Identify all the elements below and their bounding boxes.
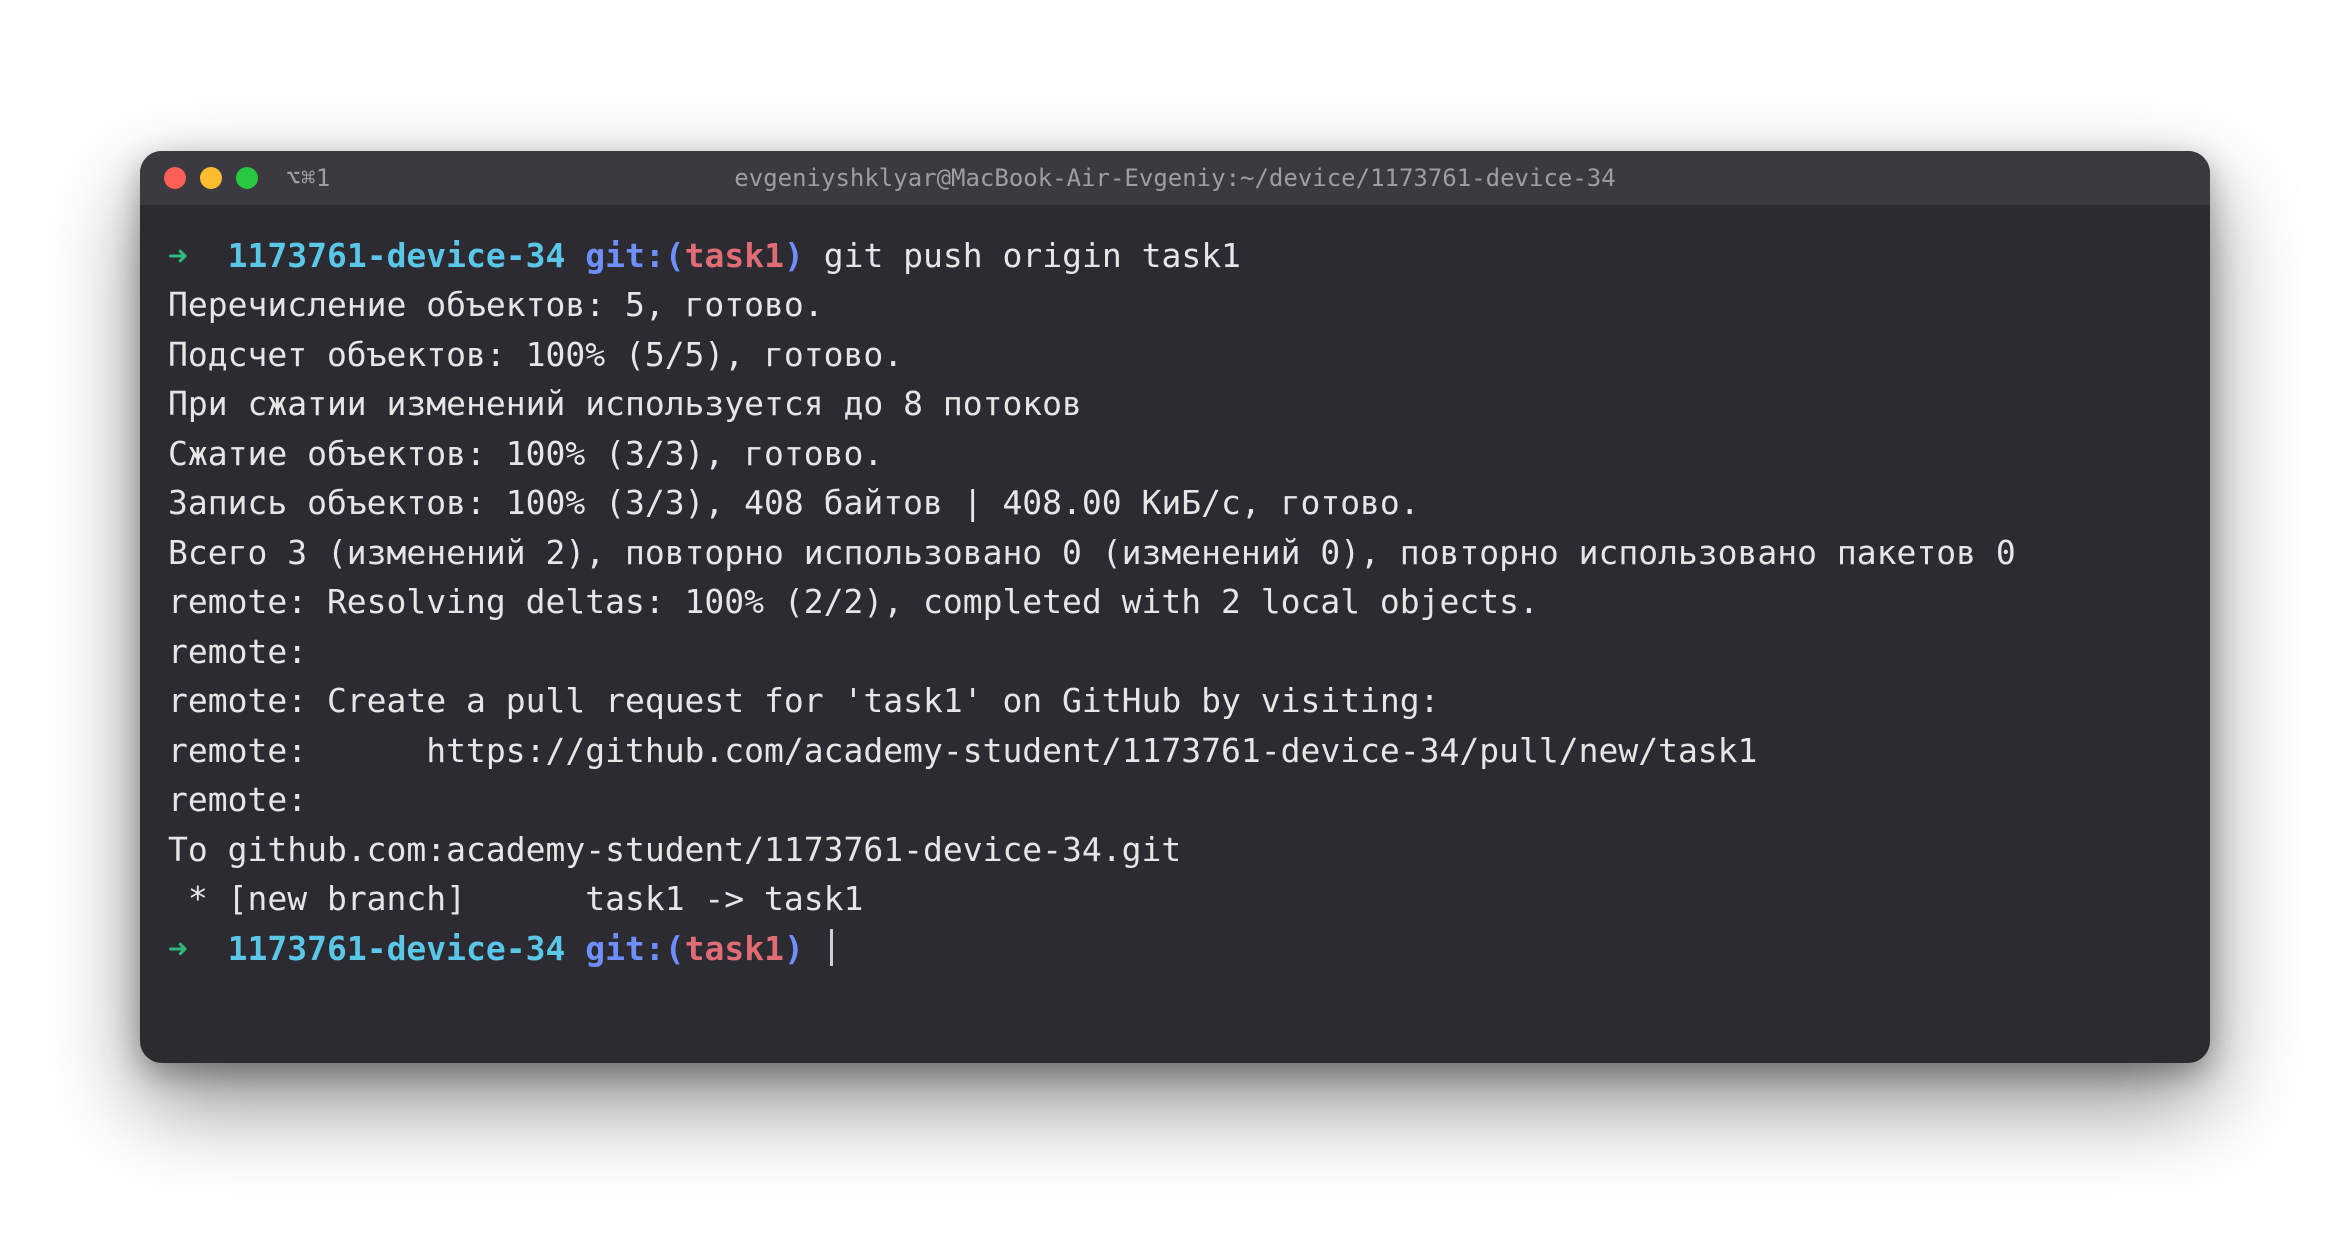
git-suffix: ) xyxy=(784,236,804,275)
output-line: remote: xyxy=(168,780,307,819)
maximize-icon[interactable] xyxy=(236,167,258,189)
prompt-arrow: ➜ xyxy=(168,236,188,275)
output-line: remote: https://github.com/academy-stude… xyxy=(168,731,1757,770)
output-line: При сжатии изменений используется до 8 п… xyxy=(168,384,1082,423)
git-suffix: ) xyxy=(784,929,804,968)
output-line: Подсчет объектов: 100% (5/5), готово. xyxy=(168,335,903,374)
output-line: Перечисление объектов: 5, готово. xyxy=(168,285,824,324)
output-line: To github.com:academy-student/1173761-de… xyxy=(168,830,1181,869)
output-line: remote: xyxy=(168,632,307,671)
command-text: git push origin task1 xyxy=(824,236,1241,275)
output-line: remote: Create a pull request for 'task1… xyxy=(168,681,1440,720)
minimize-icon[interactable] xyxy=(200,167,222,189)
cursor-icon xyxy=(830,929,833,965)
window-title: evgeniyshklyar@MacBook-Air-Evgeniy:~/dev… xyxy=(734,164,1615,192)
output-line: * [new branch] task1 -> task1 xyxy=(168,879,863,918)
git-prefix: git:( xyxy=(585,929,684,968)
output-line: Сжатие объектов: 100% (3/3), готово. xyxy=(168,434,883,473)
titlebar[interactable]: ⌥⌘1 evgeniyshklyar@MacBook-Air-Evgeniy:~… xyxy=(140,151,2210,205)
git-branch: task1 xyxy=(685,929,784,968)
output-line: Запись объектов: 100% (3/3), 408 байтов … xyxy=(168,483,1420,522)
prompt-arrow: ➜ xyxy=(168,929,188,968)
output-line: Всего 3 (изменений 2), повторно использо… xyxy=(168,533,2016,572)
git-branch: task1 xyxy=(685,236,784,275)
close-icon[interactable] xyxy=(164,167,186,189)
prompt-dir: 1173761-device-34 xyxy=(228,929,566,968)
tab-label[interactable]: ⌥⌘1 xyxy=(286,164,331,192)
traffic-lights xyxy=(164,167,258,189)
terminal-window: ⌥⌘1 evgeniyshklyar@MacBook-Air-Evgeniy:~… xyxy=(140,151,2210,1064)
prompt-dir: 1173761-device-34 xyxy=(228,236,566,275)
stage: ⌥⌘1 evgeniyshklyar@MacBook-Air-Evgeniy:~… xyxy=(0,0,2350,1244)
git-prefix: git:( xyxy=(585,236,684,275)
terminal-body[interactable]: ➜ 1173761-device-34 git:(task1) git push… xyxy=(140,205,2210,1064)
output-line: remote: Resolving deltas: 100% (2/2), co… xyxy=(168,582,1539,621)
